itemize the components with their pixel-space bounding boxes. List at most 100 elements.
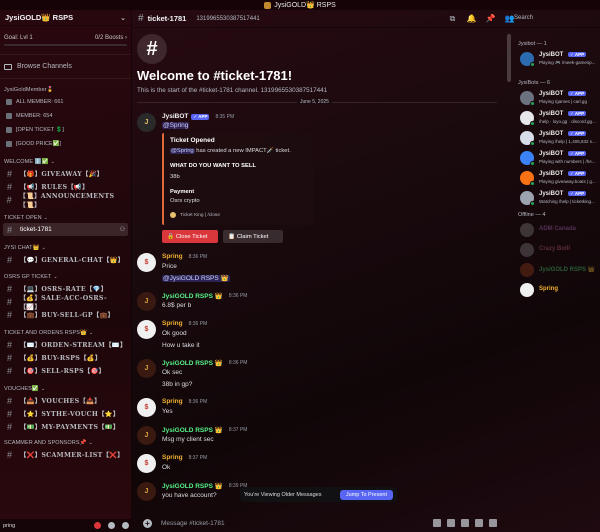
gear-icon[interactable] bbox=[122, 522, 129, 529]
member-item[interactable]: Crazy BoiII bbox=[520, 241, 600, 261]
claim-ticket-button[interactable]: 📋 Claim Ticket bbox=[223, 230, 283, 243]
member-status: Playing /help | 1,406,832 s... bbox=[539, 139, 596, 144]
hash-icon: # bbox=[6, 421, 12, 432]
author-name[interactable]: Spring bbox=[162, 320, 183, 327]
member-item[interactable]: JysiBOT ✓ APP Playing giveaway.boats | g… bbox=[520, 169, 600, 189]
pin-icon[interactable]: 📌 bbox=[485, 13, 496, 24]
close-ticket-button[interactable]: 🔒 Close Ticket bbox=[162, 230, 218, 243]
member-item[interactable]: JysiBOT ✓ APP Playing 🎮 /meek-gamesp... bbox=[520, 50, 600, 70]
plus-icon[interactable]: + bbox=[143, 518, 152, 528]
date-divider: June 5, 2025 bbox=[137, 99, 497, 105]
app-badge: ✓ APP bbox=[568, 151, 587, 156]
apps-icon[interactable] bbox=[489, 519, 497, 527]
member-item[interactable]: JysiBOT ✓ APP /help · loyo.gg · discord.… bbox=[520, 109, 600, 129]
channel-sythe-vouch[interactable]: # 【⭐】SYTHE-VOUCH【⭐】 bbox=[3, 407, 128, 420]
stat-channel[interactable]: [OPEN TICKET 💲] bbox=[3, 123, 128, 137]
avatar[interactable]: J bbox=[137, 292, 156, 311]
boost-goal[interactable]: Goal: Lvl 1 0/2 Boosts › bbox=[0, 26, 131, 41]
category-rsps-orders[interactable]: TICKET AND ORDENS RSPS👑 ⌄ bbox=[0, 328, 131, 338]
category-jysi-chat[interactable]: JYSI CHAT👑 ⌄ bbox=[0, 243, 131, 253]
message-composer[interactable]: + Message #ticket-1781 bbox=[138, 516, 502, 530]
channel-general-chat[interactable]: # 【💬】GENERAL-CHAT【👑】 bbox=[3, 253, 128, 266]
stat-channel[interactable]: [GOOD PRICE✅] bbox=[3, 137, 128, 151]
author-name[interactable]: JysiGOLD RSPS 👑 bbox=[162, 359, 223, 367]
channel-giveaway[interactable]: # 【🎁】GIVEAWAY【🎉】 bbox=[3, 167, 128, 180]
author-name[interactable]: JysiGOLD RSPS 👑 bbox=[162, 426, 223, 434]
member-item[interactable]: Spring bbox=[520, 281, 600, 301]
online-status-icon bbox=[530, 62, 535, 67]
category-label: JYSI CHAT👑 bbox=[4, 245, 40, 251]
add-member-icon[interactable]: ⚇ bbox=[120, 226, 125, 233]
member-item[interactable]: JysiBOT ✓ APP Playing with numbers | /he… bbox=[520, 149, 600, 169]
chevron-down-icon: ⌄ bbox=[88, 440, 93, 446]
avatar[interactable]: J bbox=[137, 482, 156, 501]
online-status-icon bbox=[530, 161, 535, 166]
gif-icon[interactable] bbox=[447, 519, 455, 527]
embed-field-name: WHAT DO YOU WANT TO SELL bbox=[170, 163, 256, 169]
member-name: JysiGOLD RSPS 👑 bbox=[539, 267, 596, 273]
jump-to-present-button[interactable]: Jump To Present bbox=[339, 489, 393, 500]
avatar[interactable]: J bbox=[137, 359, 156, 378]
user-name: pring bbox=[3, 522, 16, 529]
stat-channel[interactable]: ALL MEMBER: 661 bbox=[3, 95, 128, 109]
member-item[interactable]: JysiBOT ✓ APP Playing /games | carl.gg bbox=[520, 89, 600, 109]
channel-vouches[interactable]: # 【📥】VOUCHES【📥】 bbox=[3, 394, 128, 407]
sticker-icon[interactable] bbox=[461, 519, 469, 527]
author-name[interactable]: JysiGOLD RSPS 👑 bbox=[162, 292, 223, 300]
browse-channels[interactable]: Browse Channels bbox=[0, 55, 131, 70]
stat-channel[interactable]: MEMBER: 654 bbox=[3, 109, 128, 123]
category-ticket-open[interactable]: TICKET OPEN ⌄ bbox=[0, 213, 131, 223]
user-mention[interactable]: @Spring bbox=[162, 122, 190, 129]
author-name[interactable]: Spring bbox=[162, 398, 183, 405]
goal-boosts: 0/2 Boosts bbox=[94, 35, 124, 41]
channel-orden-stream[interactable]: # 【✉️】ORDEN-STREAM【✉️】 bbox=[3, 338, 128, 351]
goal-label: Goal: Lvl 1 bbox=[4, 35, 33, 41]
chat-scrollbar[interactable] bbox=[507, 30, 512, 510]
channel-buy-rsps[interactable]: # 【💰】BUY-RSPS【💰】 bbox=[3, 351, 128, 364]
scrollbar-thumb[interactable] bbox=[507, 34, 511, 82]
emoji-icon[interactable] bbox=[475, 519, 483, 527]
gift-icon[interactable] bbox=[433, 519, 441, 527]
avatar[interactable]: $ bbox=[137, 253, 156, 272]
category-member[interactable]: JysiGoldMember🎖️ bbox=[0, 85, 131, 95]
member-item[interactable]: JysiBOT ✓ APP Watching /help | ticketkin… bbox=[520, 189, 600, 209]
channel-scammer-list[interactable]: # 【❌】SCAMMER-LIST【❌】 bbox=[3, 448, 128, 461]
server-header[interactable]: JysiGOLD👑 RSPS ⌄ bbox=[0, 10, 131, 26]
avatar[interactable]: J bbox=[137, 113, 156, 132]
app-badge: ✓ APP bbox=[568, 111, 587, 116]
channel-header: # ticket-1781 1319965530387517441 ⧉ 🔔 📌 … bbox=[132, 10, 600, 28]
channel-label: 【❌】SCAMMER-LIST【❌】 bbox=[20, 452, 124, 459]
user-mention[interactable]: @JysiGOLD RSPS 👑 bbox=[162, 275, 230, 282]
notification-bell-icon[interactable]: 🔔 bbox=[466, 13, 477, 24]
author-name[interactable]: Spring bbox=[162, 253, 183, 260]
channel-my-payments[interactable]: # 【💵】MY-PAYMENTS【💵】 bbox=[3, 420, 128, 433]
search-input[interactable]: Search bbox=[511, 13, 593, 24]
hash-icon: # bbox=[6, 365, 12, 376]
member-item[interactable]: ADM Canada bbox=[520, 221, 600, 241]
channel-sell-rsps[interactable]: # 【🎯】SELL-RSPS【🎯】 bbox=[3, 364, 128, 377]
avatar[interactable]: $ bbox=[137, 454, 156, 473]
channel-ticket-1781[interactable]: # ticket-1781 ⚇ bbox=[3, 223, 128, 236]
category-scammers[interactable]: SCAMMER AND SPONSORS📌 ⌄ bbox=[0, 438, 131, 448]
message-input[interactable]: Message #ticket-1781 bbox=[161, 520, 225, 527]
category-vouches[interactable]: VOUCHES✅ ⌄ bbox=[0, 384, 131, 394]
avatar[interactable]: $ bbox=[137, 320, 156, 339]
author-name[interactable]: JysiBOT bbox=[162, 113, 188, 120]
message-text: you have account? bbox=[162, 492, 217, 499]
channel-buy-sell-gp[interactable]: # 【💼】BUY-SELL-GP【💼】 bbox=[3, 308, 128, 321]
channel-sale-acc[interactable]: # 【💰】SALE-ACC-OSRS-【📈】 bbox=[3, 295, 128, 311]
threads-icon[interactable]: ⧉ bbox=[447, 13, 458, 24]
category-welcome[interactable]: WELCOME ℹ️✅ ⌄ bbox=[0, 157, 131, 167]
mic-muted-icon[interactable] bbox=[94, 522, 101, 529]
author-name[interactable]: Spring bbox=[162, 454, 183, 461]
avatar[interactable]: $ bbox=[137, 398, 156, 417]
timestamp: 8:36 PM bbox=[188, 398, 208, 405]
channel-announcements[interactable]: # 【📜】ANNOUNCEMENTS【📜】 bbox=[3, 193, 128, 209]
member-item[interactable]: JysiBOT ✓ APP Playing /help | 1,406,832 … bbox=[520, 129, 600, 149]
headphones-icon[interactable] bbox=[108, 522, 115, 529]
avatar[interactable]: J bbox=[137, 426, 156, 445]
author-name[interactable]: JysiGOLD RSPS 👑 bbox=[162, 482, 223, 490]
category-osrs-gp[interactable]: OSRS GP TICKET ⌄ bbox=[0, 272, 131, 282]
user-mention[interactable]: @Spring bbox=[170, 148, 195, 154]
member-item[interactable]: JysiGOLD RSPS 👑 bbox=[520, 261, 600, 281]
